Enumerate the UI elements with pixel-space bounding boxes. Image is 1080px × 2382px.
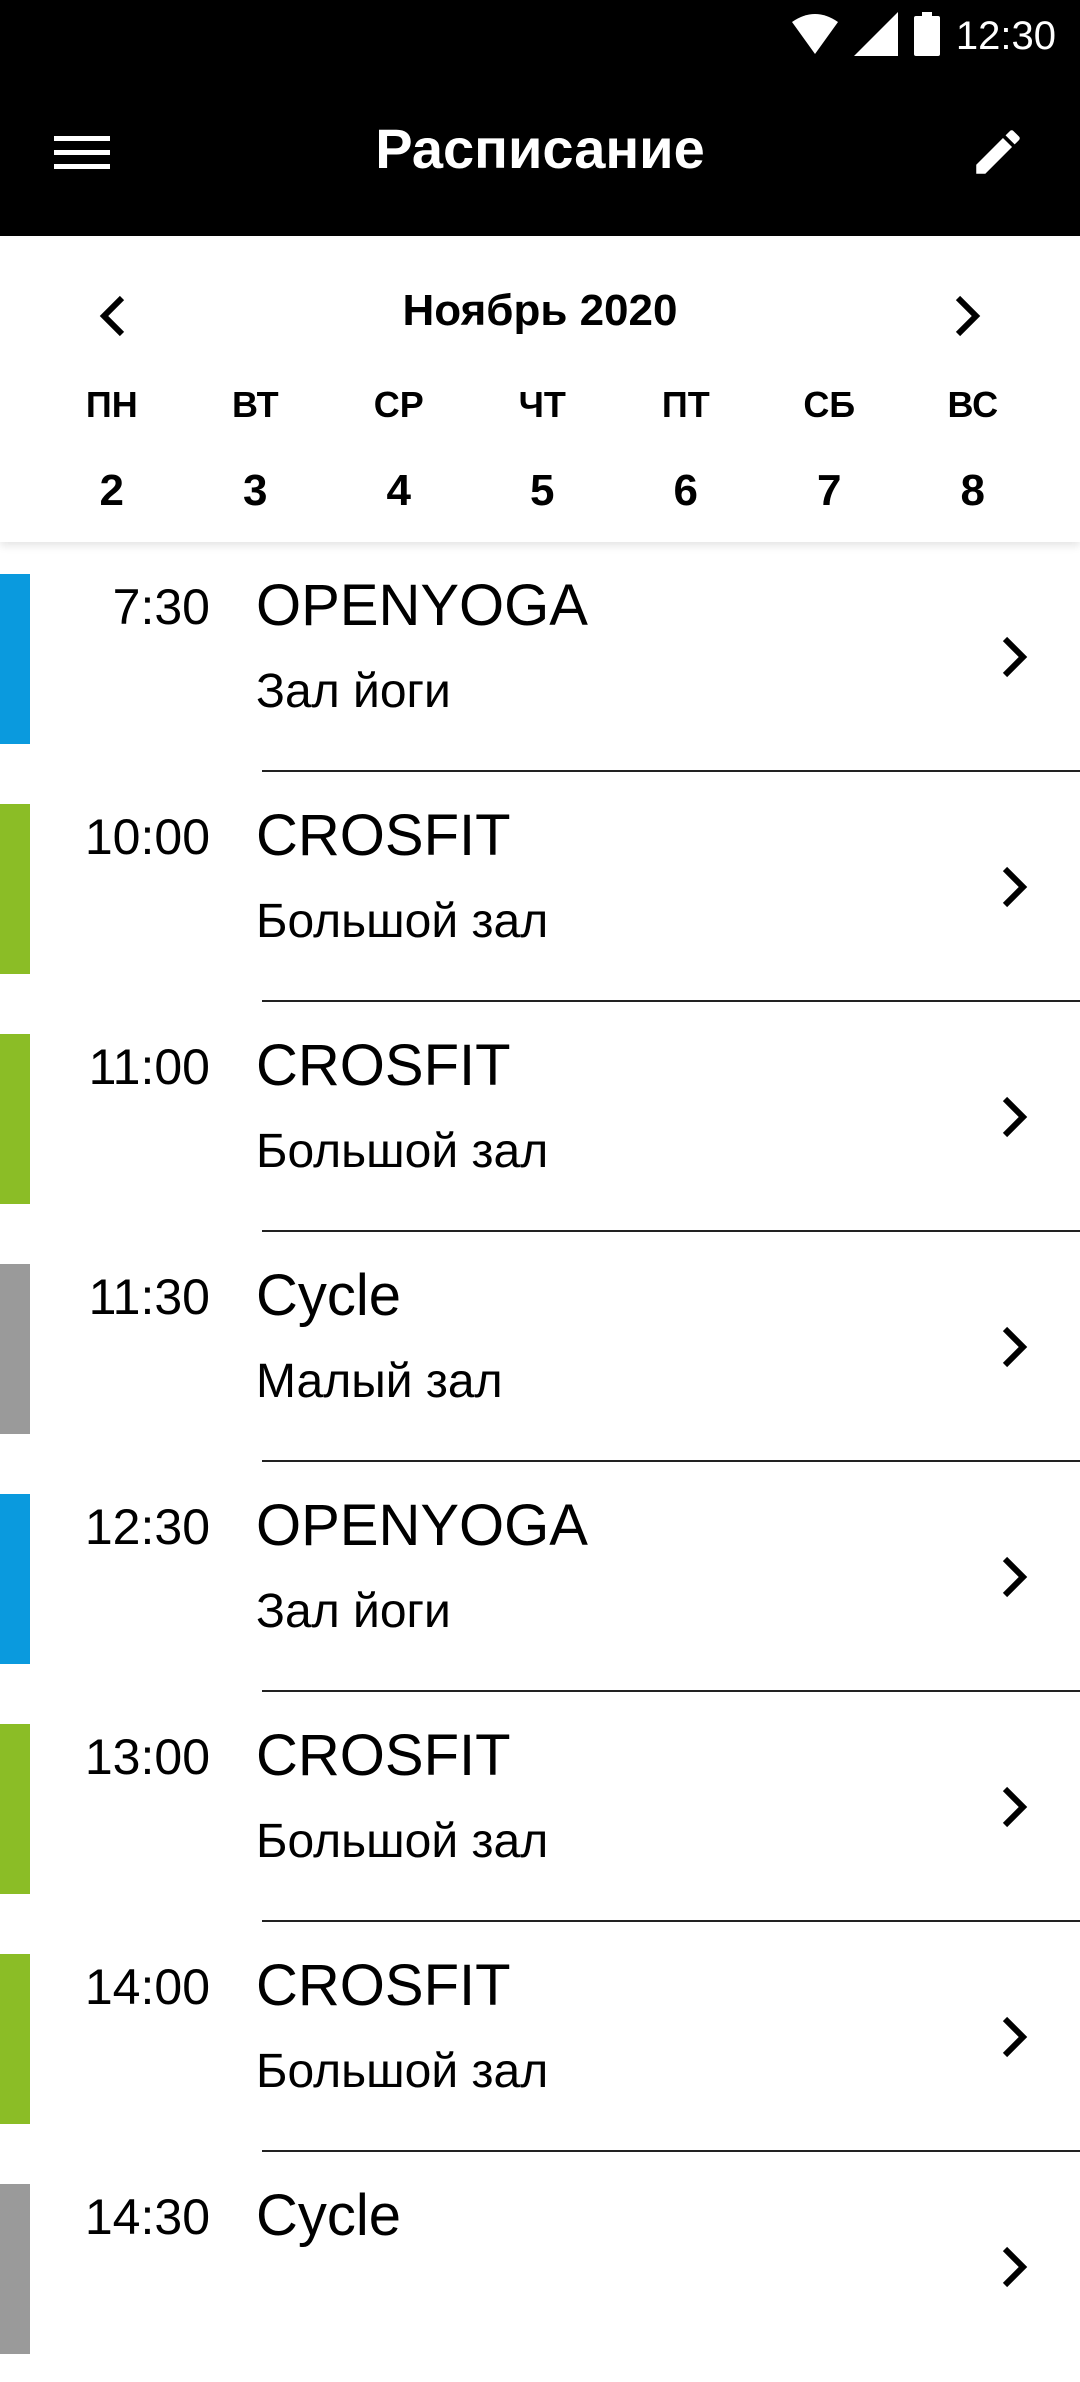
category-color-bar [0, 2184, 30, 2354]
category-color-bar [0, 1724, 30, 1894]
class-name: CROSFIT [256, 803, 511, 868]
class-room: Зал йоги [256, 665, 451, 718]
schedule-list: 7:30 OPENYOGA Зал йоги 10:00 CROSFIT Бол… [0, 542, 1080, 2382]
chevron-right-icon [990, 622, 1040, 692]
class-name: Cycle [256, 1263, 402, 1328]
class-time: 7:30 [112, 579, 210, 635]
weekday-label: ПН [85, 384, 138, 425]
class-name: CROSFIT [256, 1033, 511, 1098]
date-cell[interactable]: 8 [901, 466, 1045, 516]
chevron-right-icon [990, 1772, 1040, 1842]
next-month-button[interactable] [936, 278, 1000, 358]
class-name: Cycle [256, 2183, 402, 2248]
schedule-item[interactable]: 11:30 Cycle Малый зал [0, 1232, 1080, 1462]
date-row: 2 3 4 5 6 7 8 [0, 466, 1080, 516]
status-icons: 12:30 [791, 10, 1056, 62]
schedule-item[interactable]: 14:00 CROSFIT Большой зал [0, 1922, 1080, 2152]
category-color-bar [0, 574, 30, 744]
class-name: OPENYOGA [256, 573, 588, 638]
weekday-label: ВС [947, 384, 999, 425]
schedule-item[interactable]: 12:30 OPENYOGA Зал йоги [0, 1462, 1080, 1692]
class-name: CROSFIT [256, 1723, 511, 1788]
chevron-right-icon [990, 2232, 1040, 2302]
weekday-label: ВТ [231, 384, 279, 425]
schedule-item[interactable]: 7:30 OPENYOGA Зал йоги [0, 542, 1080, 772]
chevron-right-icon [990, 1542, 1040, 1612]
category-color-bar [0, 1954, 30, 2124]
signal-icon [853, 11, 898, 61]
wifi-icon [791, 13, 838, 59]
category-color-bar [0, 1264, 30, 1434]
weekday-label: СР [373, 384, 424, 425]
status-bar: 12:30 [0, 0, 1080, 72]
schedule-item[interactable]: 14:30 Cycle [0, 2152, 1080, 2382]
chevron-right-icon [990, 1082, 1040, 1152]
class-room: Большой зал [256, 895, 549, 948]
date-cell[interactable]: 3 [184, 466, 328, 516]
date-cell[interactable]: 7 [758, 466, 902, 516]
chevron-right-icon [990, 1312, 1040, 1382]
chevron-right-icon [954, 294, 982, 343]
edit-icon [969, 123, 1027, 186]
class-room: Большой зал [256, 1815, 549, 1868]
edit-button[interactable] [956, 112, 1040, 196]
date-cell[interactable]: 4 [327, 466, 471, 516]
class-room: Большой зал [256, 1125, 549, 1178]
date-cell[interactable]: 2 [40, 466, 184, 516]
schedule-item[interactable]: 10:00 CROSFIT Большой зал [0, 772, 1080, 1002]
class-room: Зал йоги [256, 1585, 451, 1638]
battery-icon [913, 11, 940, 61]
chevron-right-icon [990, 2002, 1040, 2072]
week-calendar: Ноябрь 2020 ПН ВТ СР ЧТ ПТ СБ ВС 2 3 4 5… [0, 238, 1080, 542]
class-room: Большой зал [256, 2045, 549, 2098]
class-room: Малый зал [256, 1355, 503, 1408]
category-color-bar [0, 804, 30, 974]
class-time: 10:00 [84, 809, 210, 865]
class-name: CROSFIT [256, 1953, 511, 2018]
class-time: 12:30 [84, 1499, 210, 1555]
weekday-row: ПН ВТ СР ЧТ ПТ СБ ВС [0, 384, 1080, 426]
category-color-bar [0, 1034, 30, 1204]
date-cell[interactable]: 5 [471, 466, 615, 516]
chevron-right-icon [990, 852, 1040, 922]
class-time: 11:00 [88, 1039, 210, 1095]
class-time: 11:30 [88, 1269, 210, 1325]
weekday-label: ЧТ [518, 384, 566, 425]
category-color-bar [0, 1494, 30, 1664]
weekday-label: ПТ [661, 384, 710, 425]
weekday-label: СБ [803, 384, 856, 425]
class-time: 13:00 [84, 1729, 210, 1785]
page-title: Расписание [375, 117, 705, 180]
class-name: OPENYOGA [256, 1493, 588, 1558]
app-bar: Расписание [0, 72, 1080, 236]
month-title: Ноябрь 2020 [402, 286, 678, 335]
class-time: 14:30 [84, 2189, 210, 2245]
schedule-item[interactable]: 11:00 CROSFIT Большой зал [0, 1002, 1080, 1232]
schedule-item[interactable]: 13:00 CROSFIT Большой зал [0, 1692, 1080, 1922]
status-time: 12:30 [955, 13, 1056, 58]
date-cell[interactable]: 6 [614, 466, 758, 516]
class-time: 14:00 [84, 1959, 210, 2015]
